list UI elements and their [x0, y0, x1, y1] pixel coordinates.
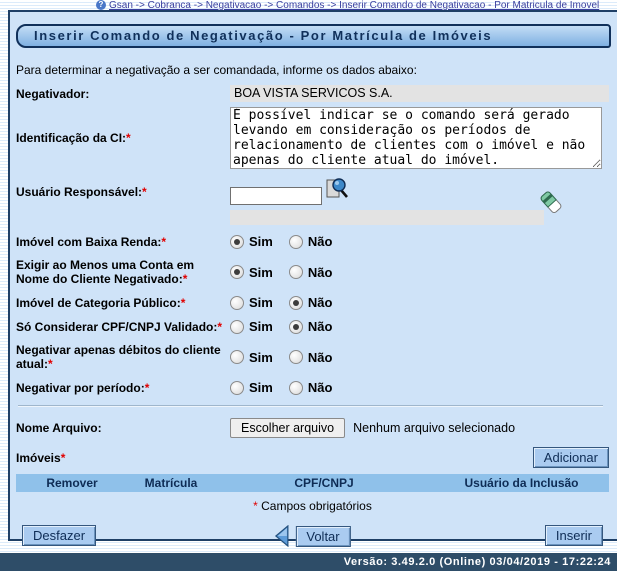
actions-bar: Desfazer Voltar Inserir [16, 525, 609, 549]
nome-arquivo-label: Nome Arquivo: [16, 421, 230, 435]
radio-nao-label: Não [308, 295, 333, 310]
form-row-nome-arquivo: Nome Arquivo: Escolher arquivo Nenhum ar… [16, 417, 609, 439]
required-asterisk: * [61, 451, 66, 465]
help-icon[interactable]: ? [96, 0, 106, 10]
radio-sim[interactable] [230, 381, 244, 395]
form-row-imoveis: Imóveis* Adicionar [16, 447, 609, 468]
form-row-exigir-conta: Exigir ao Menos uma Conta em Nome do Cli… [16, 258, 609, 286]
section-divider [18, 405, 603, 407]
add-button[interactable]: Adicionar [533, 447, 609, 468]
radio-nao[interactable] [289, 381, 303, 395]
form-row-identificacao-ci: Identificação da CI:* É possível indicar… [16, 107, 609, 169]
usuario-responsavel-label: Usuário Responsável:* [16, 177, 230, 199]
back-button[interactable]: Voltar [295, 526, 350, 547]
required-asterisk: * [142, 185, 147, 199]
negativar-periodo-label: Negativar por período:* [16, 381, 230, 395]
form-row-categoria-publico: Imóvel de Categoria Público:* Sim Não [16, 295, 609, 310]
radio-nao-label: Não [308, 265, 333, 280]
radio-sim-label: Sim [249, 265, 273, 280]
baixa-renda-label: Imóvel com Baixa Renda:* [16, 235, 230, 249]
eraser-icon[interactable] [538, 189, 564, 222]
radio-nao-label: Não [308, 380, 333, 395]
footer-version: Versão: 3.49.2.0 (Online) 03/04/2019 - 1… [0, 553, 617, 571]
page-title: Inserir Comando de Negativação - Por Mat… [16, 24, 611, 48]
intro-text: Para determinar a negativação a ser coma… [16, 63, 617, 77]
radio-sim-label: Sim [249, 295, 273, 310]
radio-sim[interactable] [230, 350, 244, 364]
identificacao-ci-label: Identificação da CI:* [16, 131, 230, 145]
categoria-publico-label: Imóvel de Categoria Público:* [16, 296, 230, 310]
radio-sim[interactable] [230, 296, 244, 310]
imoveis-table-header: Remover Matrícula CPF/CNPJ Usuário da In… [16, 474, 609, 492]
back-arrow-icon[interactable] [274, 525, 288, 547]
identificacao-ci-textarea[interactable]: É possível indicar se o comando será ger… [230, 107, 602, 169]
form: Negativador: BOA VISTA SERVICOS S.A. Ide… [10, 85, 617, 549]
radio-sim-label: Sim [249, 234, 273, 249]
required-fields-note: * Campos obrigatórios [16, 499, 609, 513]
exigir-conta-label: Exigir ao Menos uma Conta em Nome do Cli… [16, 258, 230, 286]
usuario-responsavel-fields [230, 177, 609, 225]
radio-nao-label: Não [308, 234, 333, 249]
required-asterisk: * [183, 272, 188, 286]
form-row-negativador: Negativador: BOA VISTA SERVICOS S.A. [16, 85, 609, 102]
debitos-cliente-atual-label: Negativar apenas débitos do cliente atua… [16, 343, 230, 371]
radio-sim-label: Sim [249, 380, 273, 395]
form-row-baixa-renda: Imóvel com Baixa Renda:* Sim Não [16, 234, 609, 249]
required-asterisk: * [126, 131, 131, 145]
col-matricula: Matrícula [128, 474, 214, 492]
radio-nao-label: Não [308, 319, 333, 334]
radio-nao[interactable] [289, 235, 303, 249]
insert-button[interactable]: Inserir [545, 525, 603, 546]
form-row-usuario-responsavel: Usuário Responsável:* [16, 177, 609, 225]
required-asterisk: * [145, 381, 150, 395]
form-row-negativar-periodo: Negativar por período:* Sim Não [16, 380, 609, 395]
negativador-value: BOA VISTA SERVICOS S.A. [230, 85, 609, 102]
radio-nao[interactable] [289, 320, 303, 334]
required-asterisk: * [48, 357, 53, 371]
choose-file-button[interactable]: Escolher arquivo [230, 418, 345, 438]
form-row-debitos-cliente-atual: Negativar apenas débitos do cliente atua… [16, 343, 609, 371]
radio-sim[interactable] [230, 265, 244, 279]
search-icon[interactable] [326, 177, 348, 205]
required-asterisk: * [181, 296, 186, 310]
main-panel: Inserir Comando de Negativação - Por Mat… [8, 10, 617, 541]
cpf-validado-label: Só Considerar CPF/CNPJ Validado:* [16, 320, 230, 334]
required-asterisk: * [217, 320, 222, 334]
radio-nao[interactable] [289, 296, 303, 310]
radio-nao[interactable] [289, 265, 303, 279]
page-title-text: Inserir Comando de Negativação - Por Mat… [34, 28, 492, 43]
col-cpf-cnpj: CPF/CNPJ [214, 474, 434, 492]
radio-nao[interactable] [289, 350, 303, 364]
radio-sim[interactable] [230, 320, 244, 334]
col-usuario-inclusao: Usuário da Inclusão [434, 474, 609, 492]
negativador-label: Negativador: [16, 87, 230, 101]
radio-nao-label: Não [308, 350, 333, 365]
page-background: ?Gsan -> Cobranca -> Negativacao -> Coma… [0, 0, 617, 571]
radio-sim[interactable] [230, 235, 244, 249]
radio-sim-label: Sim [249, 350, 273, 365]
required-asterisk: * [161, 235, 166, 249]
imoveis-label: Imóveis* [16, 451, 230, 465]
file-status-text: Nenhum arquivo selecionado [353, 417, 515, 439]
undo-button[interactable]: Desfazer [22, 525, 96, 546]
radio-sim-label: Sim [249, 319, 273, 334]
form-row-cpf-validado: Só Considerar CPF/CNPJ Validado:* Sim Nã… [16, 319, 609, 334]
usuario-responsavel-input[interactable] [230, 187, 322, 205]
usuario-responsavel-name [230, 210, 544, 225]
col-remover: Remover [16, 474, 128, 492]
